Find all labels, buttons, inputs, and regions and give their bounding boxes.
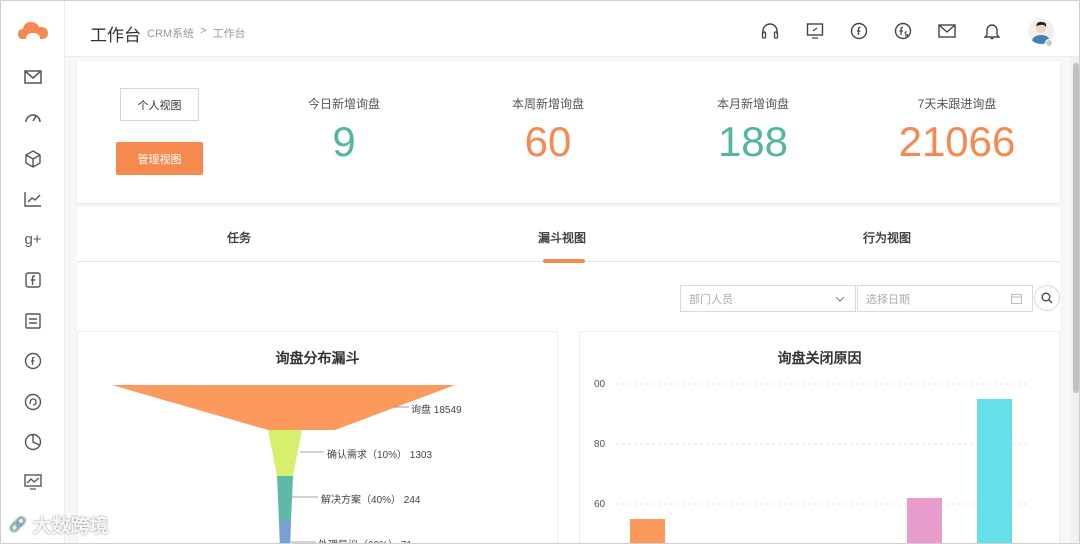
close-reason-chart-card: 询盘关闭原因 00 80 60	[579, 331, 1060, 543]
main-content: 个人视图 管理视图 今日新增询盘 9 本周新增询盘 60 本月新增询盘 188 …	[65, 57, 1071, 543]
reader-icon[interactable]	[23, 311, 43, 331]
funnel-label-2: 解决方案（40%） 244	[321, 495, 421, 506]
watermark: 🔗 大数跨境	[9, 511, 108, 538]
stat-label: 本周新增询盘	[511, 97, 584, 111]
date-picker-placeholder: 选择日期	[866, 293, 910, 306]
scrollbar-thumb[interactable]	[1073, 63, 1079, 393]
speedometer-icon[interactable]	[23, 108, 43, 128]
stat-today: 今日新增询盘 9	[264, 95, 424, 166]
cloud-logo-icon[interactable]	[17, 17, 49, 45]
cube-icon[interactable]	[23, 149, 43, 169]
department-select-placeholder: 部门人员	[689, 293, 733, 306]
funnel-label-0: 询盘 18549	[411, 405, 462, 416]
stat-label: 本月新增询盘	[716, 97, 789, 111]
breadcrumb: CRM系统 > 工作台	[147, 25, 246, 41]
bar-chart	[616, 383, 1030, 543]
tab-behavior-view[interactable]: 行为视图	[863, 229, 911, 246]
facebook-s-icon[interactable]	[893, 21, 913, 41]
search-button[interactable]	[1034, 285, 1060, 311]
stat-value: 9	[332, 118, 356, 165]
watermark-text: 大数跨境	[32, 516, 109, 537]
mail-icon[interactable]	[937, 21, 957, 41]
calendar-icon	[1011, 293, 1022, 307]
tab-funnel-view[interactable]: 漏斗视图	[538, 229, 586, 246]
stat-week: 本周新增询盘 60	[468, 95, 628, 166]
monitor-chart-icon[interactable]	[23, 472, 43, 492]
funnel-stage-0	[112, 385, 455, 430]
watermark-logo-icon: 🔗	[9, 516, 27, 532]
tabs-area: 任务 漏斗视图 行为视图 部门人员 选择日期 询盘分布漏斗 询盘 18549 确…	[77, 207, 1060, 543]
y-tick-label: 80	[594, 439, 606, 450]
breadcrumb-current: 工作台	[212, 28, 246, 40]
search-icon	[1041, 292, 1053, 304]
bar-0	[630, 519, 665, 543]
funnel-stage-3	[279, 521, 291, 543]
headset-icon[interactable]	[760, 21, 780, 41]
stat-month: 本月新增询盘 188	[673, 95, 833, 166]
trend-chart-icon[interactable]	[23, 189, 43, 209]
google-plus-icon[interactable]: g+	[23, 229, 43, 249]
active-tab-indicator	[543, 259, 585, 263]
funnel-chart-card: 询盘分布漏斗 询盘 18549 确认需求（10%） 1303 解决方案（40%）…	[77, 331, 558, 543]
sidebar: g+	[1, 1, 65, 543]
funnel-label-1: 确认需求（10%） 1303	[327, 450, 433, 461]
stats-card: 个人视图 管理视图 今日新增询盘 9 本周新增询盘 60 本月新增询盘 188 …	[77, 61, 1060, 203]
bar-2	[977, 399, 1012, 543]
status-dot	[1045, 39, 1053, 47]
stat-value: 188	[717, 118, 789, 165]
bell-icon[interactable]	[982, 21, 1002, 41]
top-header: 工作台 CRM系统 > 工作台	[65, 1, 1079, 57]
y-tick-label: 00	[594, 379, 606, 390]
facebook-square-icon[interactable]	[23, 270, 43, 290]
stat-value: 60	[524, 118, 572, 165]
y-tick-label: 60	[594, 499, 606, 510]
funnel-chart	[112, 385, 455, 543]
facebook-circle-icon[interactable]	[23, 351, 43, 371]
tab-task[interactable]: 任务	[227, 229, 251, 246]
personal-view-button[interactable]: 个人视图	[120, 88, 199, 121]
pie-icon[interactable]	[23, 432, 43, 452]
stat-unfollowed: 7天未跟进询盘 21066	[877, 95, 1037, 166]
breadcrumb-separator: >	[200, 25, 207, 37]
funnel-stage-1	[268, 430, 302, 476]
date-picker[interactable]: 选择日期	[857, 285, 1033, 312]
funnel-label-3: 处理异议（60%） 71	[318, 536, 412, 543]
stat-label: 7天未跟进询盘	[917, 97, 997, 111]
mail-icon[interactable]	[23, 67, 43, 87]
department-select[interactable]: 部门人员	[680, 285, 856, 312]
swirl-icon[interactable]	[23, 392, 43, 412]
bar-1	[907, 498, 942, 543]
page-title: 工作台	[90, 26, 141, 45]
monitor-icon[interactable]	[805, 21, 825, 41]
stat-value: 21066	[898, 118, 1016, 165]
stat-label: 今日新增询盘	[307, 97, 380, 111]
chevron-down-icon	[835, 294, 845, 306]
app-window: g+ 工作台 CRM系统 > 工作台 个人视图 管理视图 今日新增询盘 9 本周…	[0, 0, 1080, 544]
breadcrumb-crm[interactable]: CRM系统	[147, 25, 194, 41]
manage-view-button[interactable]: 管理视图	[116, 142, 203, 175]
vertical-scrollbar[interactable]	[1071, 57, 1079, 543]
facebook-icon[interactable]	[849, 21, 869, 41]
funnel-stage-2	[277, 476, 293, 521]
